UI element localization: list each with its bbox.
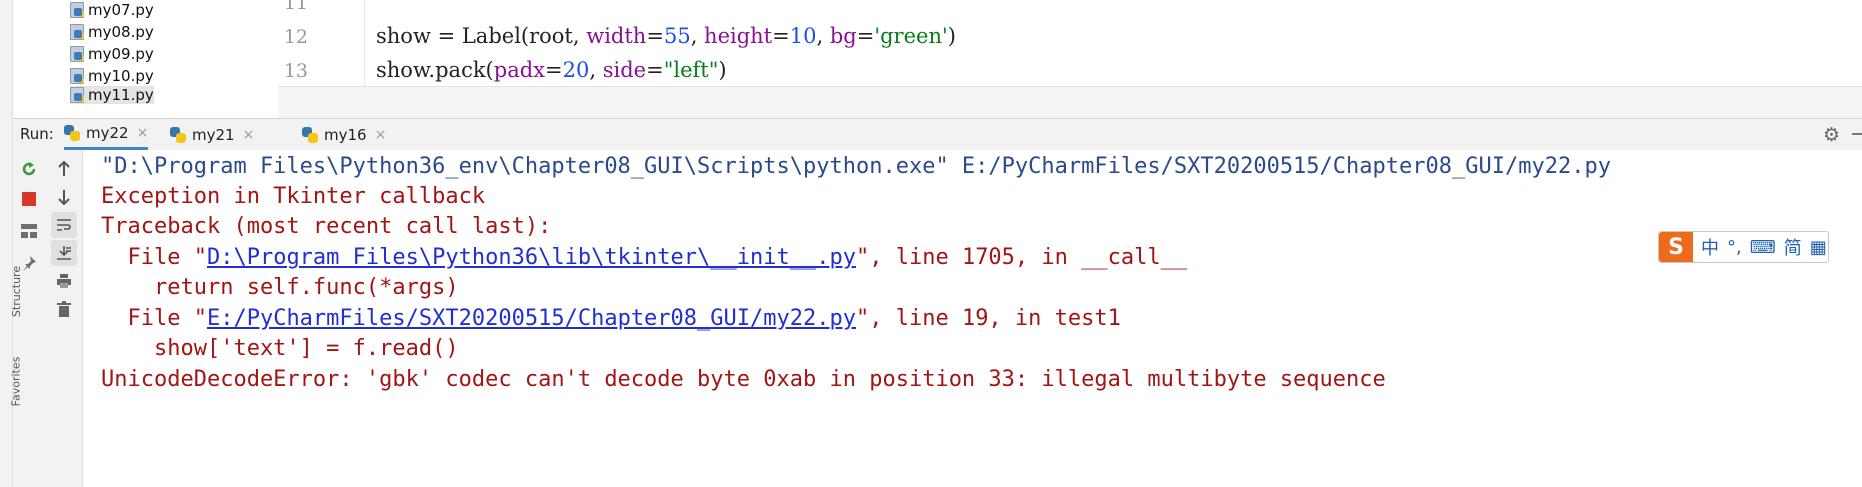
tab-my21[interactable]: my21 ×: [170, 119, 254, 150]
code-token: height: [704, 24, 773, 48]
code-token: 55: [663, 24, 691, 48]
code-line-13[interactable]: show.pack(padx=20, side="left"): [376, 58, 727, 86]
python-file-icon: [70, 87, 84, 103]
run-toolbar-primary: [12, 150, 47, 487]
tree-file-label: my10.py: [88, 67, 154, 85]
code-line-12[interactable]: show = Label(root, width=55, height=10, …: [376, 24, 956, 48]
tab-label: my22: [86, 124, 129, 142]
code-token: =: [646, 58, 664, 82]
ime-toolbar[interactable]: S 中 °, ⌨ 简 ▦: [1658, 231, 1829, 263]
code-token: ,: [816, 24, 830, 48]
console-exception-line: Exception in Tkinter callback: [101, 184, 486, 209]
code-token: width: [586, 24, 647, 48]
line-number: 11: [283, 0, 308, 14]
layout-icon[interactable]: [16, 218, 42, 244]
gear-icon[interactable]: ⚙: [1823, 124, 1840, 146]
tab-label: my21: [192, 125, 235, 144]
tree-file-my07[interactable]: my07.py: [70, 0, 154, 22]
console-frame1-code: return self.func(*args): [101, 275, 459, 300]
code-token: ,: [589, 58, 603, 82]
line-number: 12: [283, 26, 308, 48]
tab-my22[interactable]: my22 ×: [64, 119, 149, 150]
python-file-icon: [70, 46, 84, 62]
frame-suffix: ", line 19, in test1: [855, 306, 1121, 331]
arrow-up-icon[interactable]: [51, 156, 77, 182]
ime-simplified[interactable]: 简: [1784, 234, 1802, 260]
close-icon[interactable]: ×: [137, 125, 149, 141]
code-token: side: [602, 58, 647, 82]
sogou-logo-icon[interactable]: S: [1659, 232, 1693, 262]
top-area: my07.py my08.py my09.py my10.py my11.py …: [0, 0, 1862, 119]
run-toolbar-secondary: [46, 150, 83, 487]
code-token: "left": [663, 58, 719, 82]
tree-file-my11[interactable]: my11.py: [70, 86, 154, 104]
close-icon[interactable]: ×: [243, 127, 255, 143]
tree-file-my09[interactable]: my09.py: [70, 42, 154, 66]
frame-prefix: File ": [101, 306, 207, 331]
ime-menu-icon[interactable]: ▦: [1810, 237, 1827, 258]
python-file-icon: [70, 24, 84, 40]
tree-file-my08[interactable]: my08.py: [70, 20, 154, 44]
python-file-icon: [70, 2, 84, 18]
code-token: padx: [493, 58, 545, 82]
python-icon: [302, 126, 318, 143]
line-number: 13: [283, 60, 308, 82]
close-icon[interactable]: ×: [375, 127, 387, 143]
code-token: bg: [829, 24, 857, 48]
code-token: 20: [562, 58, 590, 82]
console-output[interactable]: "D:\Program Files\Python36_env\Chapter08…: [83, 150, 1862, 487]
gutter-divider: [364, 0, 365, 86]
tree-file-my10[interactable]: my10.py: [70, 64, 154, 88]
python-file-icon: [70, 68, 84, 84]
frame-prefix: File ": [101, 245, 207, 270]
tree-file-label: my11.py: [88, 86, 154, 104]
trash-icon[interactable]: [51, 296, 77, 322]
tab-label: my16: [324, 125, 367, 144]
console-frame1-line: File "D:\Program Files\Python36\lib\tkin…: [101, 245, 1187, 270]
ime-chinese-mode[interactable]: 中: [1701, 234, 1719, 260]
code-token: 'green': [874, 24, 948, 48]
tree-file-label: my08.py: [88, 23, 154, 41]
minimize-icon[interactable]: [1852, 133, 1862, 135]
frame2-file-link[interactable]: E:/PyCharmFiles/SXT20200515/Chapter08_GU…: [207, 306, 856, 331]
code-token: show = Label(root,: [376, 24, 587, 48]
console-frame2-code: show['text'] = f.read(): [101, 336, 459, 361]
tab-my16[interactable]: my16 ×: [302, 119, 386, 150]
code-token: 10: [789, 24, 817, 48]
project-tree: my07.py my08.py my09.py my10.py my11.py: [12, 0, 279, 118]
run-label: Run:: [20, 125, 54, 143]
code-token: ,: [690, 24, 705, 48]
left-tool-strip: Structure Favorites: [0, 0, 23, 487]
ime-punctuation[interactable]: °,: [1727, 237, 1742, 258]
code-token: ): [947, 24, 956, 48]
code-token: show.pack(: [376, 58, 494, 82]
arrow-down-icon[interactable]: [51, 184, 77, 210]
keyboard-icon[interactable]: ⌨: [1750, 237, 1776, 258]
code-token: ): [718, 58, 727, 82]
print-icon[interactable]: [51, 268, 77, 294]
scroll-to-end-icon[interactable]: [51, 240, 77, 266]
rerun-icon[interactable]: [16, 156, 42, 182]
editor-gutter: 11 12 13: [278, 0, 358, 86]
console-traceback-line: Traceback (most recent call last):: [101, 214, 552, 239]
structure-side-tab[interactable]: Structure: [10, 266, 23, 317]
python-icon: [170, 126, 186, 143]
soft-wrap-icon[interactable]: [51, 212, 77, 238]
python-icon: [64, 125, 80, 141]
tree-file-label: my09.py: [88, 45, 154, 63]
console-error-line: UnicodeDecodeError: 'gbk' codec can't de…: [101, 367, 1386, 392]
console-frame2-line: File "E:/PyCharmFiles/SXT20200515/Chapte…: [101, 306, 1121, 331]
editor-bottom-bar: [278, 86, 1862, 119]
code-token: =: [646, 24, 664, 48]
frame-suffix: ", line 1705, in __call__: [855, 245, 1188, 270]
code-token: =: [856, 24, 875, 48]
frame1-file-link[interactable]: D:\Program Files\Python36\lib\tkinter\__…: [207, 245, 856, 270]
code-token: =: [545, 58, 563, 82]
stop-icon[interactable]: [16, 186, 42, 212]
console-command-line: "D:\Program Files\Python36_env\Chapter08…: [101, 154, 1611, 179]
favorites-side-tab[interactable]: Favorites: [9, 357, 22, 407]
tree-file-label: my07.py: [88, 1, 154, 19]
run-tool-header: Run: my22 × my21 × my16 × ⚙: [12, 118, 1862, 151]
code-token: =: [772, 24, 790, 48]
